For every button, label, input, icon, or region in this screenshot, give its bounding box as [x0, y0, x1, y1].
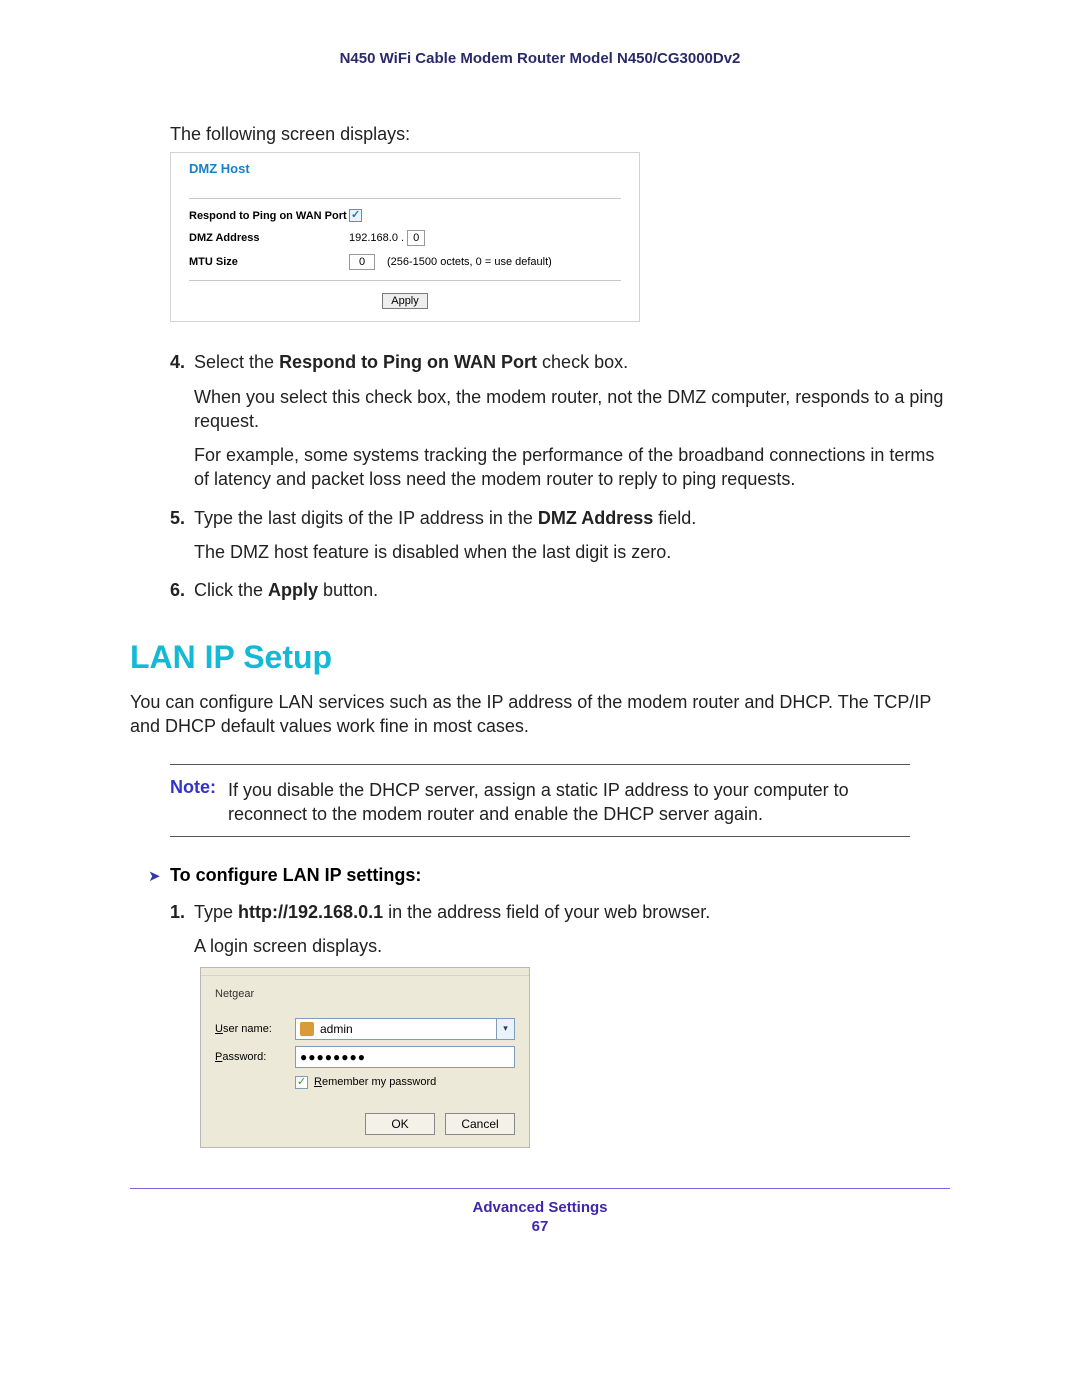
step-4: 4. Select the Respond to Ping on WAN Por…	[170, 350, 950, 491]
arrow-icon: ➤	[148, 867, 170, 885]
step-number: 4.	[170, 350, 194, 374]
login-dialog: Netgear User name: admin ▾ Password: ●●●…	[200, 967, 530, 1148]
mtu-size-note: (256-1500 octets, 0 = use default)	[387, 256, 552, 268]
dmz-address-prefix: 192.168.0 .	[349, 232, 404, 244]
proc-1-text-c: in the address field of your web browser…	[383, 902, 710, 922]
dmz-address-label: DMZ Address	[189, 232, 349, 244]
step-number: 1.	[170, 900, 194, 924]
step-5: 5. Type the last digits of the IP addres…	[170, 506, 950, 565]
password-label: Password:	[215, 1051, 295, 1063]
remember-password-label: Remember my password	[314, 1076, 436, 1088]
remember-password-row: Remember my password	[295, 1076, 515, 1089]
username-value: admin	[320, 1022, 353, 1036]
footer-page-number: 67	[130, 1218, 950, 1235]
respond-ping-checkbox[interactable]	[349, 209, 362, 222]
step-6-bold: Apply	[268, 580, 318, 600]
login-site-label: Netgear	[215, 988, 515, 1000]
dmz-host-panel: DMZ Host Respond to Ping on WAN Port DMZ…	[170, 152, 640, 322]
step-4-bold: Respond to Ping on WAN Port	[279, 352, 537, 372]
apply-button[interactable]: Apply	[382, 293, 428, 309]
password-input[interactable]: ●●●●●●●●	[295, 1046, 515, 1068]
dmz-panel-title: DMZ Host	[189, 161, 621, 199]
step-5-p2: The DMZ host feature is disabled when th…	[194, 540, 950, 564]
step-5-text-a: Type the last digits of the IP address i…	[194, 508, 538, 528]
intro-text: The following screen displays:	[170, 122, 950, 146]
step-5-bold: DMZ Address	[538, 508, 653, 528]
step-number: 6.	[170, 578, 194, 602]
mtu-size-input[interactable]: 0	[349, 254, 375, 270]
dmz-address-last-octet-input[interactable]: 0	[407, 230, 425, 246]
step-5-text-c: field.	[653, 508, 696, 528]
chevron-down-icon: ▾	[503, 1023, 508, 1034]
note-block: Note: If you disable the DHCP server, as…	[170, 764, 910, 837]
footer-section: Advanced Settings	[130, 1199, 950, 1216]
procedure-heading: To configure LAN IP settings:	[170, 865, 421, 886]
step-4-text-a: Select the	[194, 352, 279, 372]
step-4-text-c: check box.	[537, 352, 628, 372]
username-input[interactable]: admin	[295, 1018, 497, 1040]
note-body: If you disable the DHCP server, assign a…	[228, 778, 910, 827]
user-icon	[300, 1022, 314, 1036]
proc-1-text-a: Type	[194, 902, 238, 922]
step-4-p2: When you select this check box, the mode…	[194, 385, 950, 434]
ok-button[interactable]: OK	[365, 1113, 435, 1135]
step-6-text-a: Click the	[194, 580, 268, 600]
proc-1-bold: http://192.168.0.1	[238, 902, 383, 922]
step-6-text-c: button.	[318, 580, 378, 600]
step-4-p3: For example, some systems tracking the p…	[194, 443, 950, 492]
login-dialog-titlebar	[201, 968, 529, 976]
username-label: User name:	[215, 1023, 295, 1035]
cancel-button[interactable]: Cancel	[445, 1113, 515, 1135]
procedure-heading-row: ➤ To configure LAN IP settings:	[148, 865, 950, 886]
step-number: 5.	[170, 506, 194, 530]
running-header: N450 WiFi Cable Modem Router Model N450/…	[130, 50, 950, 67]
note-label: Note:	[170, 777, 216, 797]
mtu-size-label: MTU Size	[189, 256, 349, 268]
username-dropdown[interactable]: ▾	[497, 1018, 515, 1040]
step-6: 6. Click the Apply button.	[170, 578, 950, 602]
respond-ping-label: Respond to Ping on WAN Port	[189, 210, 349, 222]
lan-intro: You can configure LAN services such as t…	[130, 690, 950, 739]
proc-step-1: 1. Type http://192.168.0.1 in the addres…	[170, 900, 950, 959]
lan-ip-setup-heading: LAN IP Setup	[130, 639, 950, 676]
remember-password-checkbox[interactable]	[295, 1076, 308, 1089]
password-value: ●●●●●●●●	[300, 1050, 366, 1064]
proc-1-p2: A login screen displays.	[194, 934, 950, 958]
page-footer: Advanced Settings 67	[130, 1188, 950, 1235]
